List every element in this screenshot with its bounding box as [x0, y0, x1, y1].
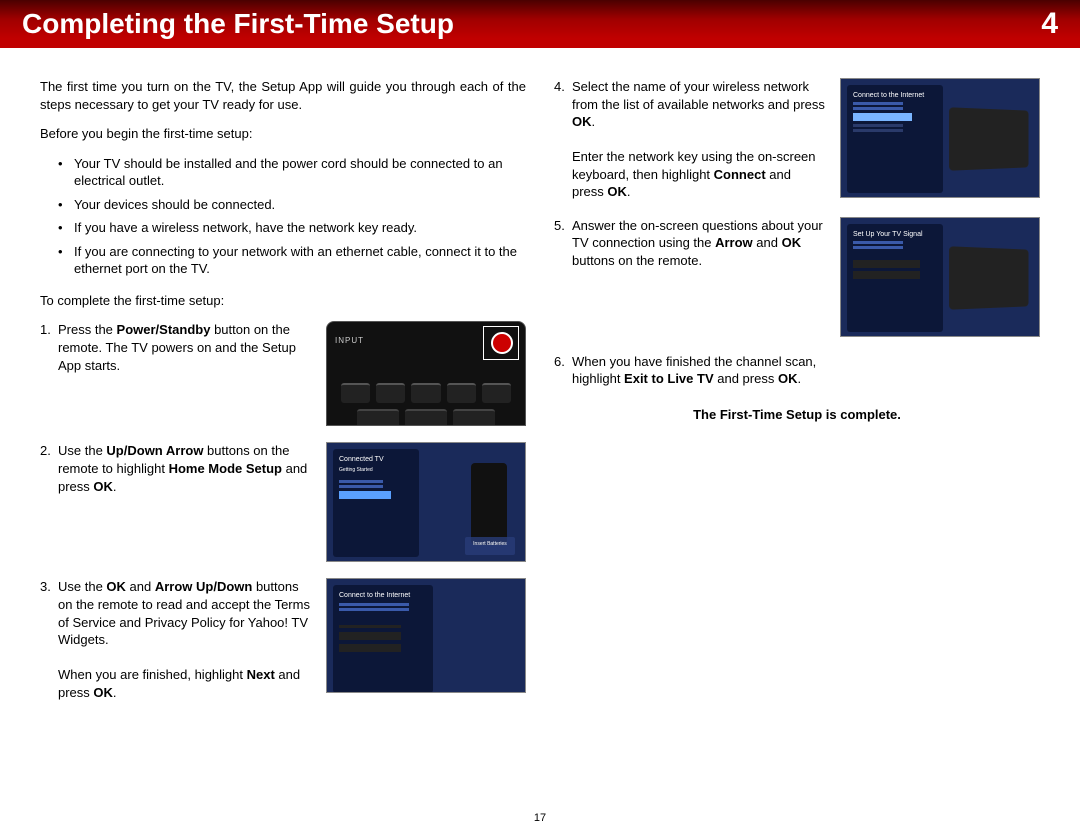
- step-number: 6.: [554, 353, 565, 371]
- step-text: 4. Select the name of your wireless netw…: [554, 78, 826, 201]
- setup-tv-signal-screen: Set Up Your TV Signal: [840, 217, 1040, 337]
- step-2: 2. Use the Up/Down Arrow buttons on the …: [40, 442, 526, 562]
- before-bullets: Your TV should be installed and the powe…: [58, 155, 526, 278]
- step-text: 1. Press the Power/Standby button on the…: [40, 321, 312, 426]
- step-text: 5. Answer the on-screen questions about …: [554, 217, 826, 337]
- chapter-number: 4: [1041, 7, 1058, 41]
- left-column: The first time you turn on the TV, the S…: [40, 78, 526, 701]
- chapter-header: Completing the First-Time Setup 4: [0, 0, 1080, 48]
- step-text: 2. Use the Up/Down Arrow buttons on the …: [40, 442, 312, 562]
- step-text: 6. When you have finished the channel sc…: [554, 353, 826, 388]
- bullet-item: Your TV should be installed and the powe…: [58, 155, 526, 190]
- wireless-network-screen: Connect to the Internet: [840, 78, 1040, 198]
- step-image-empty: [840, 353, 1040, 388]
- page-number: 17: [0, 812, 1080, 824]
- setup-complete-text: The First-Time Setup is complete.: [554, 406, 1040, 424]
- remote-icon: [471, 463, 507, 545]
- tv-back-icon: [949, 246, 1028, 310]
- remote-power-image: [326, 321, 526, 426]
- tv-back-icon: [949, 107, 1028, 171]
- complete-heading: To complete the first-time setup:: [40, 292, 526, 310]
- step-number: 2.: [40, 442, 51, 460]
- connected-tv-screen: Connected TV Getting Started Insert Batt…: [326, 442, 526, 562]
- step-image: Connected TV Getting Started Insert Batt…: [326, 442, 526, 562]
- step-number: 1.: [40, 321, 51, 339]
- step-number: 5.: [554, 217, 565, 235]
- bullet-item: If you are connecting to your network wi…: [58, 243, 526, 278]
- insert-batteries-label: Insert Batteries: [465, 537, 515, 555]
- step-5: 5. Answer the on-screen questions about …: [554, 217, 1040, 337]
- step-1: 1. Press the Power/Standby button on the…: [40, 321, 526, 426]
- page-body: The first time you turn on the TV, the S…: [0, 48, 1080, 701]
- step-image: [326, 321, 526, 426]
- step-4: 4. Select the name of your wireless netw…: [554, 78, 1040, 201]
- connect-internet-screen: Connect to the Internet: [326, 578, 526, 693]
- right-column: 4. Select the name of your wireless netw…: [554, 78, 1040, 701]
- bullet-item: Your devices should be connected.: [58, 196, 526, 214]
- intro-text: The first time you turn on the TV, the S…: [40, 78, 526, 113]
- step-6: 6. When you have finished the channel sc…: [554, 353, 1040, 388]
- left-steps: 1. Press the Power/Standby button on the…: [40, 321, 526, 701]
- before-heading: Before you begin the first-time setup:: [40, 125, 526, 143]
- step-3: 3. Use the OK and Arrow Up/Down buttons …: [40, 578, 526, 701]
- step-image: Connect to the Internet: [326, 578, 526, 701]
- step-number: 4.: [554, 78, 565, 96]
- chapter-title: Completing the First-Time Setup: [22, 8, 1041, 40]
- step-text: 3. Use the OK and Arrow Up/Down buttons …: [40, 578, 312, 701]
- bullet-item: If you have a wireless network, have the…: [58, 219, 526, 237]
- step-image: Connect to the Internet: [840, 78, 1040, 201]
- step-number: 3.: [40, 578, 51, 596]
- step-image: Set Up Your TV Signal: [840, 217, 1040, 337]
